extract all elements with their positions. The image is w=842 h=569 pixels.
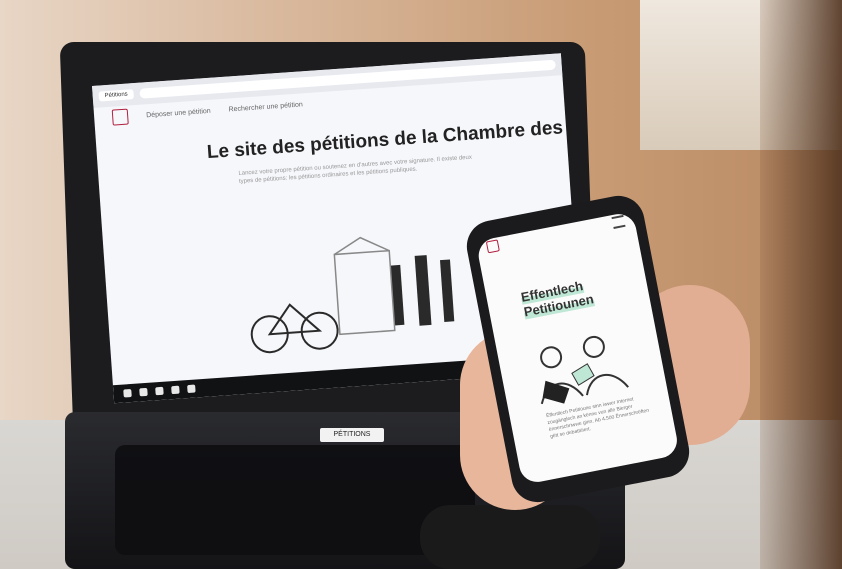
start-icon[interactable]	[123, 389, 132, 398]
site-title: Le site des pétitions de la Chambre des …	[206, 112, 583, 164]
app-icon[interactable]	[187, 384, 196, 394]
browser-tab[interactable]: Pétitions	[98, 89, 135, 102]
laptop-sticker-label: PÉTITIONS	[320, 428, 384, 442]
nav-rechercher-petition[interactable]: Rechercher une pétition	[228, 101, 303, 113]
search-icon[interactable]	[139, 387, 148, 397]
illustration-building	[333, 236, 396, 336]
laptop-sticker-text: PÉTITIONS	[333, 431, 371, 438]
site-logo-icon[interactable]	[111, 108, 129, 126]
phone-screen: Effentlech Petitiounen Ëffentlech Petiti…	[475, 211, 680, 486]
taskview-icon[interactable]	[155, 386, 164, 396]
browser-icon[interactable]	[171, 385, 180, 395]
phone-menu-icon[interactable]	[611, 214, 626, 229]
hero-illustration	[250, 236, 455, 354]
phone-site-logo-icon[interactable]	[485, 239, 500, 254]
person-sleeve	[420, 505, 600, 569]
nav-deposer-petition[interactable]: Déposer une pétition	[146, 107, 211, 118]
illustration-people	[390, 255, 455, 326]
phone-title: Effentlech Petitiounen	[519, 269, 634, 320]
illustration-bicycle	[250, 303, 339, 354]
phone-topbar	[476, 211, 636, 257]
person-hair	[760, 0, 842, 569]
photo-scene: Pétitions Déposer une pétition Recherche…	[0, 0, 842, 569]
